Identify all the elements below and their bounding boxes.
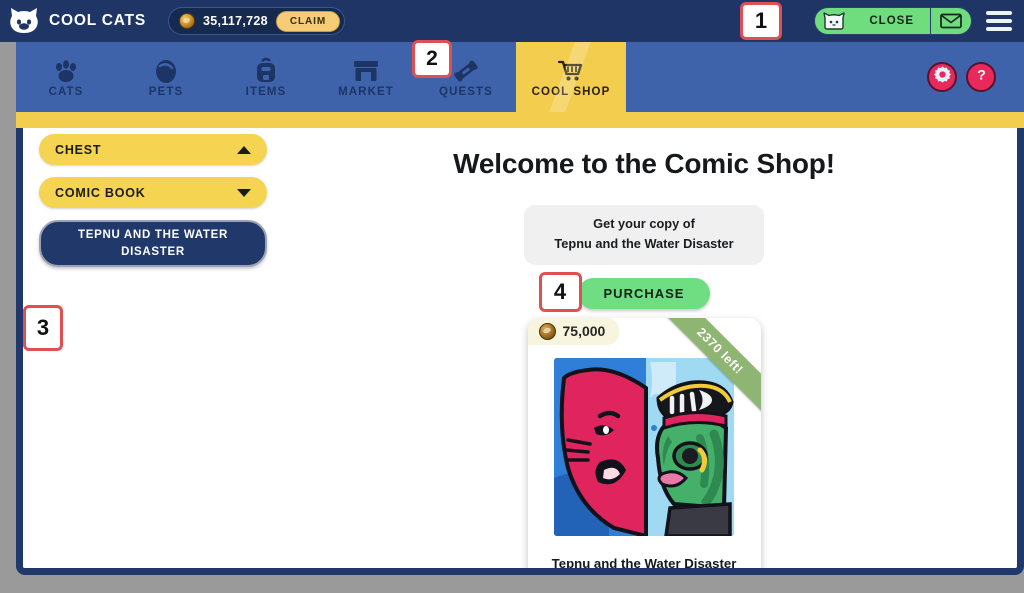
close-button-group[interactable]: CLOSE [814, 7, 972, 35]
sidebar-section-comic-book[interactable]: COMIC BOOK [39, 177, 267, 208]
settings-button[interactable] [927, 62, 957, 92]
annotation-marker-4: 4 [538, 271, 582, 312]
content-frame: CHEST COMIC BOOK TEPNU AND THE WATER DIS… [16, 112, 1024, 575]
chevron-down-icon [237, 188, 251, 197]
hamburger-menu-icon[interactable] [984, 9, 1014, 33]
sidebar-section-label: CHEST [55, 142, 102, 157]
gear-icon [933, 65, 952, 89]
brand: COOL CATS [8, 7, 146, 35]
svg-text:?: ? [977, 68, 986, 84]
shopping-cart-icon [558, 57, 584, 83]
annotation-marker-2: 2 [412, 40, 452, 78]
sidebar-item-tepnu-water-disaster[interactable]: TEPNU AND THE WATER DISASTER [39, 220, 267, 268]
tab-market[interactable]: MARKET [316, 42, 416, 112]
shop-main: Welcome to the Comic Shop! Get your copy… [291, 134, 997, 571]
chevron-up-icon [237, 145, 251, 154]
brand-name: COOL CATS [49, 12, 147, 29]
shop-sidebar: CHEST COMIC BOOK TEPNU AND THE WATER DIS… [39, 134, 267, 268]
info-line-1: Get your copy of [593, 216, 695, 231]
egg-icon [154, 57, 178, 83]
nav-tabs: CATS PETS ITEMS MARKET QUESTS COOL SHOP [16, 42, 626, 112]
nav-utility-buttons: ? [927, 42, 1024, 112]
claim-button[interactable]: CLAIM [275, 10, 341, 32]
currency-display: 35,117,728 CLAIM [168, 7, 346, 35]
purchase-row: 4 PURCHASE [538, 271, 711, 312]
close-button[interactable]: CLOSE [853, 8, 931, 34]
product-card[interactable]: 75,000 2370 left! Tepnu and the Water Di… [527, 317, 761, 571]
tab-cool-shop[interactable]: COOL SHOP [516, 42, 626, 112]
tab-cats[interactable]: CATS [16, 42, 116, 112]
purchase-button[interactable]: PURCHASE [577, 277, 711, 309]
tab-label: COOL SHOP [531, 85, 611, 98]
sidebar-section-chest[interactable]: CHEST [39, 134, 267, 165]
tab-label: MARKET [338, 85, 394, 98]
app-header: COOL CATS 35,117,728 CLAIM CLOSE [0, 0, 1024, 42]
tab-label: CATS [48, 85, 84, 98]
cool-cats-app: COOL CATS 35,117,728 CLAIM CLOSE 1 CATS … [0, 0, 1024, 593]
comic-cover-art [554, 357, 734, 536]
cat-face-icon[interactable] [815, 8, 853, 34]
sidebar-section-label: COMIC BOOK [55, 185, 146, 200]
cat-face-icon [8, 7, 40, 35]
currency-amount: 35,117,728 [203, 14, 268, 28]
help-button[interactable]: ? [966, 62, 996, 92]
annotation-marker-1: 1 [740, 2, 782, 40]
envelope-icon[interactable] [931, 8, 971, 34]
backpack-icon [254, 57, 278, 83]
content-inner: CHEST COMIC BOOK TEPNU AND THE WATER DIS… [23, 112, 1017, 568]
market-stall-icon [352, 57, 380, 83]
coin-icon [538, 322, 556, 340]
tab-label: ITEMS [245, 85, 287, 98]
price-badge: 75,000 [527, 317, 620, 345]
hamburger-line [986, 19, 1012, 23]
page-title: Welcome to the Comic Shop! [453, 148, 835, 179]
tab-pets[interactable]: PETS [116, 42, 216, 112]
coin-icon [179, 13, 196, 29]
scroll-icon [453, 57, 479, 83]
question-mark-icon: ? [972, 65, 991, 89]
tab-label: QUESTS [439, 85, 493, 98]
tab-items[interactable]: ITEMS [216, 42, 316, 112]
price-value: 75,000 [562, 323, 606, 340]
annotation-marker-3: 3 [23, 305, 63, 351]
sidebar-item-label: TEPNU AND THE WATER DISASTER [77, 229, 229, 258]
paw-print-icon [53, 57, 79, 83]
product-title: Tepnu and the Water Disaster [551, 555, 737, 571]
main-navigation: CATS PETS ITEMS MARKET QUESTS COOL SHOP … [16, 42, 1024, 128]
product-info-box: Get your copy of Tepnu and the Water Dis… [524, 205, 764, 265]
tab-label: PETS [148, 85, 184, 98]
info-line-2: Tepnu and the Water Disaster [554, 235, 734, 251]
header-actions: CLOSE [814, 7, 1024, 35]
hamburger-line [986, 11, 1012, 15]
hamburger-line [986, 27, 1012, 31]
